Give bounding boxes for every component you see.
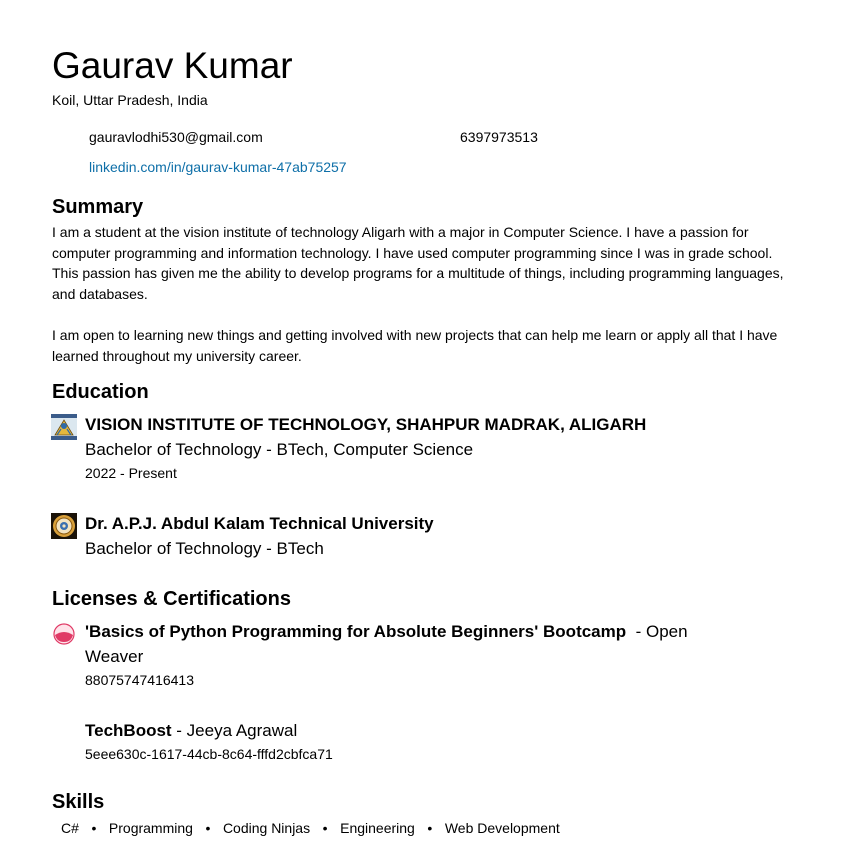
linkedin-link[interactable]: linkedin.com/in/gaurav-kumar-47ab75257 [89, 159, 347, 176]
skill-separator: • [205, 820, 211, 836]
skills-heading: Skills [52, 791, 105, 813]
skill-separator: • [91, 820, 97, 836]
certification-1-title: 'Basics of Python Programming for Absolu… [85, 622, 627, 641]
certification-2-line: TechBoost - Jeeya Agrawal [85, 718, 297, 743]
certification-1-issuer-cont: Weaver [85, 647, 144, 666]
skill-item: C# [61, 820, 79, 836]
certification-2-title: TechBoost [85, 721, 172, 740]
skills-list: C# • Programming • Coding Ninjas • Engineering… [61, 820, 560, 837]
vision-institute-logo-icon [51, 414, 77, 440]
education-school-2: Dr. A.P.J. Abdul Kalam Technical Univers… [85, 514, 434, 533]
skill-separator: • [427, 820, 433, 836]
certification-2-issuer: - Jeeya Agrawal [171, 721, 298, 740]
email-address: gauravlodhi530@gmail.com [89, 129, 263, 145]
certification-1-credential-id: 88075747416413 [85, 672, 195, 688]
summary-heading: Summary [52, 196, 144, 218]
phone-number: 6397973513 [460, 129, 538, 145]
summary-paragraph-1: I am a student at the vision institute o… [52, 224, 784, 302]
education-degree-2: Bachelor of Technology - BTech [85, 539, 324, 558]
certification-1-line: 'Basics of Python Programming for Absolu… [85, 619, 688, 644]
education-school-1: VISION INSTITUTE OF TECHNOLOGY, SHAHPUR … [85, 415, 647, 434]
profile-location: Koil, Uttar Pradesh, India [52, 92, 208, 108]
skill-item: Engineering [340, 820, 415, 836]
summary-paragraph-2: I am open to learning new things and get… [52, 327, 778, 364]
certification-2-credential-id: 5eee630c-1617-44cb-8c64-fffd2cbfca71 [85, 746, 333, 762]
certification-1-issuer: - Open [630, 622, 688, 641]
open-weaver-logo-icon [51, 621, 77, 647]
aktu-logo-icon [51, 513, 77, 539]
education-dates-1: 2022 - Present [85, 465, 177, 481]
skill-separator: • [322, 820, 328, 836]
education-heading: Education [52, 381, 149, 403]
skill-item: Web Development [444, 820, 560, 836]
certifications-heading: Licenses & Certifications [52, 588, 291, 610]
education-degree-1: Bachelor of Technology - BTech, Computer… [85, 440, 474, 459]
skill-item: Programming [108, 820, 193, 836]
profile-name: Gaurav Kumar [52, 45, 293, 86]
skill-item: Coding Ninjas [222, 820, 311, 836]
